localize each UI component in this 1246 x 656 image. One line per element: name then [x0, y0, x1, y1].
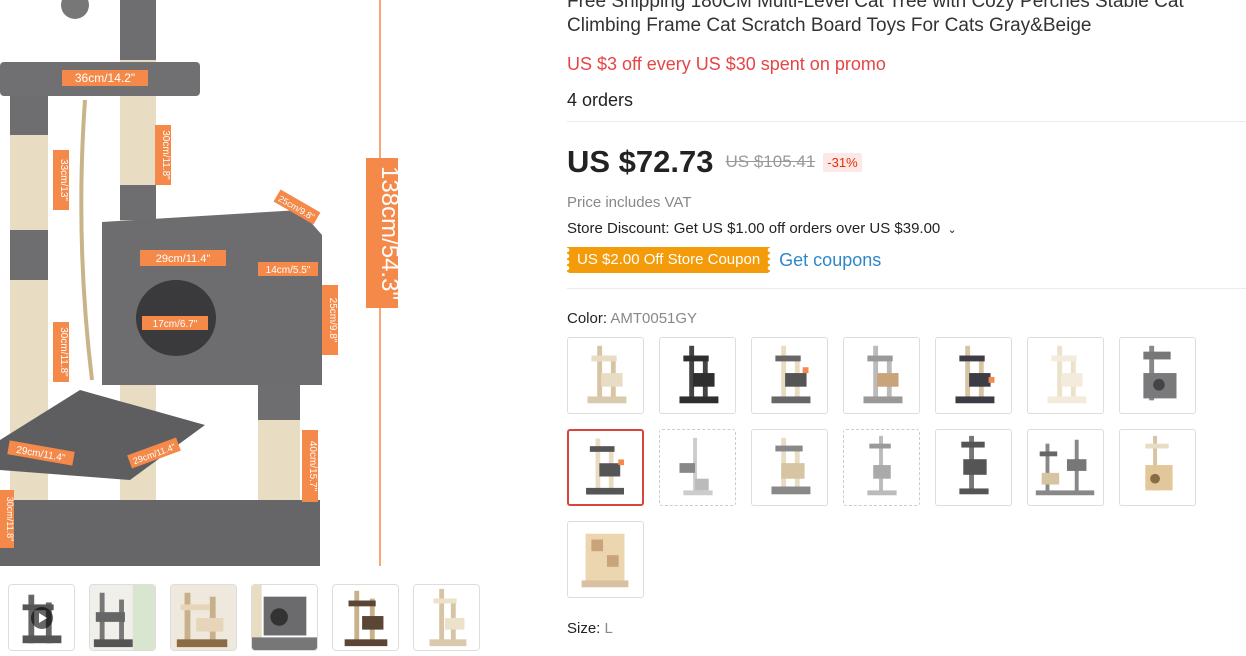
condo-closeup-thumbnail-icon: [252, 585, 317, 650]
orders-count: 4 orders: [567, 90, 634, 110]
dimension-label: 30cm/11.8": [160, 130, 171, 180]
color-swatch[interactable]: [567, 337, 644, 414]
beige-tree-thumbnail-icon: [171, 585, 236, 650]
room-photo-thumbnail-icon: [90, 585, 155, 650]
color-swatch[interactable]: [843, 337, 920, 414]
color-label: Color:: [567, 310, 611, 327]
color-swatch[interactable]: [935, 337, 1012, 414]
gray-condo-swatch-icon: [1143, 345, 1177, 401]
color-swatch[interactable]: [751, 429, 828, 506]
multi-tree-swatch-icon: [1035, 439, 1095, 496]
dimension-label: 14cm/5.5": [266, 265, 311, 276]
color-swatch[interactable]: [1027, 429, 1104, 506]
color-swatch[interactable]: [1119, 429, 1196, 506]
beige-condo-swatch-icon: [1145, 435, 1173, 491]
coupon-row: US $2.00 Off Store Coupon Get coupons: [567, 247, 1246, 273]
condo-box: [102, 210, 322, 385]
thumbnail-4[interactable]: [251, 584, 318, 651]
dimension-label: 30cm/11.8": [58, 327, 69, 377]
price-row: US $72.73 US $105.41 -31%: [567, 144, 1246, 180]
thumbnail-6[interactable]: [413, 584, 480, 651]
thumbnail-video[interactable]: [8, 584, 75, 651]
current-price: US $72.73: [567, 144, 714, 179]
divider: [567, 288, 1246, 289]
gray-orange-tree-swatch-icon: [771, 345, 811, 404]
original-price: US $105.41: [725, 152, 816, 171]
color-swatch[interactable]: [659, 429, 736, 506]
product-title: Free Shipping 180CM Multi-Level Cat Tree…: [567, 0, 1184, 36]
dimension-label: 29cm/11.4": [156, 253, 211, 265]
left-post: [10, 95, 48, 565]
light-tree-swatch-icon: [867, 435, 897, 496]
thumbnail-5[interactable]: [332, 584, 399, 651]
color-swatch[interactable]: [1027, 337, 1104, 414]
color-swatch[interactable]: [659, 337, 736, 414]
dark-gray-tree-swatch-icon: [959, 435, 989, 495]
gray-beige-tree-swatch-icon: [771, 437, 811, 495]
store-coupon-badge[interactable]: US $2.00 Off Store Coupon: [567, 247, 771, 273]
height-label: 138cm/54.3": [376, 166, 400, 300]
color-swatch[interactable]: [567, 521, 644, 598]
store-discount-text: Store Discount: Get US $1.00 off orders …: [567, 220, 941, 237]
promo-banner[interactable]: US $3 off every US $30 spent on promo: [567, 54, 1246, 75]
store-discount-dropdown[interactable]: Store Discount: Get US $1.00 off orders …: [567, 220, 1246, 237]
beige-house-swatch-icon: [581, 533, 629, 588]
dimension-label: 33cm/13": [58, 159, 69, 201]
main-product-image[interactable]: 138cm/54.3" 36cm/14.2" 29cm/11.4" 14cm/5…: [0, 0, 400, 566]
beige-tall-tree-thumbnail-icon: [414, 585, 479, 650]
product-gallery: 138cm/54.3" 36cm/14.2" 29cm/11.4" 14cm/5…: [0, 0, 545, 656]
color-swatch[interactable]: [1119, 337, 1196, 414]
divider: [567, 121, 1246, 122]
vat-note: Price includes VAT: [567, 194, 692, 211]
cat-tree-diagram: 138cm/54.3" 36cm/14.2" 29cm/11.4" 14cm/5…: [0, 0, 400, 566]
size-value: L: [604, 620, 613, 637]
dimension-label: 25cm/9.8": [327, 298, 338, 343]
thumbnail-2[interactable]: [89, 584, 156, 651]
light-gray-tree-swatch-icon: [863, 345, 903, 404]
thumbnail-3[interactable]: [170, 584, 237, 651]
gray-tree-swatch-icon: [586, 438, 624, 495]
color-swatch[interactable]: [751, 337, 828, 414]
dimension-label: 40cm/15.7": [307, 441, 318, 492]
color-swatches: [567, 337, 1227, 598]
black-tree-swatch-icon: [679, 345, 719, 404]
beige-tree-swatch-icon: [587, 345, 627, 404]
dark-tree-swatch-icon: [955, 345, 995, 404]
pompom: [61, 0, 89, 19]
color-swatch-selected[interactable]: [567, 429, 644, 506]
white-tree-swatch-icon: [679, 437, 713, 496]
size-selector-label: Size: L: [567, 620, 1246, 637]
color-value: AMT0051GY: [610, 310, 698, 327]
brown-tree-thumbnail-icon: [333, 585, 398, 650]
play-icon: [31, 607, 53, 629]
chevron-down-icon: ⌄: [947, 224, 957, 236]
color-swatch[interactable]: [843, 429, 920, 506]
dangling-rope: [79, 99, 94, 381]
dimension-label: 17cm/6.7": [153, 319, 198, 330]
thumbnail-strip: [8, 584, 480, 651]
get-coupons-link[interactable]: Get coupons: [779, 250, 881, 271]
color-swatch[interactable]: [935, 429, 1012, 506]
discount-badge: -31%: [823, 152, 862, 172]
product-info-panel: Free Shipping 180CM Multi-Level Cat Tree…: [567, 0, 1246, 637]
dimension-label: 36cm/14.2": [75, 71, 135, 85]
size-label: Size:: [567, 620, 605, 637]
base: [0, 500, 320, 566]
cream-tree-swatch-icon: [1047, 345, 1087, 404]
dimension-label: 30cm/11.8": [5, 497, 15, 542]
color-selector-label: Color: AMT0051GY: [567, 310, 1246, 327]
